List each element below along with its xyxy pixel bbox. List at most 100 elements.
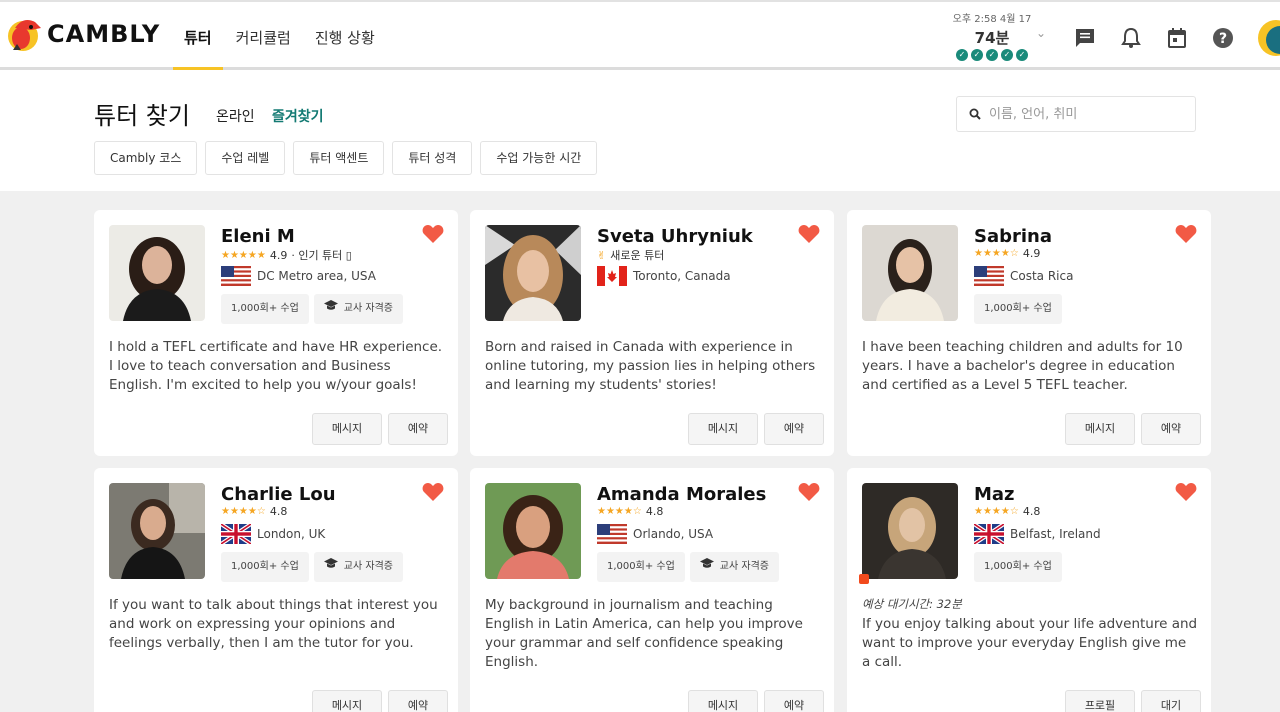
svg-text:?: ? bbox=[1219, 31, 1227, 47]
tutor-bio: If you enjoy talking about your life adv… bbox=[862, 616, 1198, 670]
certified-badge: 교사 자격증 bbox=[313, 552, 403, 582]
tutor-card[interactable]: Charlie Lou ★★★★☆ 4.8 London, UK 1,000회+… bbox=[94, 468, 458, 712]
star-icon: ★★★★☆ bbox=[974, 506, 1019, 517]
message-button[interactable]: 메시지 bbox=[1065, 413, 1135, 445]
book-button[interactable]: 예약 bbox=[388, 413, 448, 445]
cambly-logo[interactable]: CAMBLY bbox=[7, 14, 160, 54]
tutor-card[interactable]: Sabrina ★★★★☆ 4.9 Costa Rica 1,000회+ 수업 … bbox=[847, 210, 1211, 456]
heart-icon[interactable] bbox=[422, 482, 444, 502]
filter-availability[interactable]: 수업 가능한 시간 bbox=[480, 141, 598, 175]
tutor-tags: 1,000회+ 수업 교사 자격증 bbox=[221, 294, 403, 324]
location-text: Toronto, Canada bbox=[633, 269, 731, 283]
filter-lesson-level[interactable]: 수업 레벨 bbox=[205, 141, 286, 175]
minutes-date: 오후 2:58 4월 17 bbox=[952, 14, 1032, 25]
tutor-name[interactable]: Amanda Morales bbox=[597, 484, 766, 505]
heart-icon[interactable] bbox=[1175, 224, 1197, 244]
tutor-name[interactable]: Charlie Lou bbox=[221, 484, 336, 505]
heart-icon[interactable] bbox=[422, 224, 444, 244]
tutor-tags: 1,000회+ 수업 교사 자격증 bbox=[221, 552, 403, 582]
tutor-photo[interactable] bbox=[862, 225, 958, 321]
heart-icon[interactable] bbox=[798, 482, 820, 502]
tutor-photo[interactable] bbox=[109, 225, 205, 321]
us-flag-icon bbox=[221, 266, 251, 286]
wait-button[interactable]: 대기 bbox=[1141, 690, 1201, 712]
user-avatar[interactable] bbox=[1258, 20, 1280, 56]
minutes-widget[interactable]: 오후 2:58 4월 17 74분 ✓ ✓ ✓ ✓ ✓ bbox=[952, 10, 1032, 61]
message-button[interactable]: 메시지 bbox=[312, 413, 382, 445]
tutor-rating: ★★★★☆ 4.8 bbox=[597, 505, 663, 518]
nav-curriculum[interactable]: 커리큘럼 bbox=[224, 2, 303, 69]
check-icon: ✓ bbox=[956, 49, 968, 61]
tutor-bio: Born and raised in Canada with experienc… bbox=[485, 339, 816, 393]
rating-value: 4.9 bbox=[1022, 247, 1041, 260]
location-text: Costa Rica bbox=[1010, 269, 1074, 283]
tab-online[interactable]: 온라인 bbox=[216, 106, 255, 126]
tutor-tags: 1,000회+ 수업 교사 자격증 bbox=[597, 552, 779, 582]
rating-value: 4.8 bbox=[645, 505, 664, 518]
check-icon: ✓ bbox=[986, 49, 998, 61]
book-button[interactable]: 예약 bbox=[1141, 413, 1201, 445]
certified-label: 교사 자격증 bbox=[343, 303, 393, 314]
nav-progress[interactable]: 진행 상황 bbox=[303, 2, 387, 69]
tutor-rating: ★★★★★ 4.9 · 인기 튜터 ▯ bbox=[221, 247, 352, 263]
message-button[interactable]: 메시지 bbox=[312, 690, 382, 712]
star-icon: ★★★★☆ bbox=[974, 248, 1019, 259]
search-box[interactable] bbox=[956, 96, 1196, 132]
help-icon[interactable]: ? bbox=[1211, 26, 1235, 50]
tutor-rating: ★★★★☆ 4.9 bbox=[974, 247, 1040, 260]
page-title: 튜터 찾기 bbox=[94, 102, 190, 130]
logo-text: CAMBLY bbox=[47, 20, 161, 48]
chevron-down-icon[interactable]: ⌄ bbox=[1036, 26, 1046, 40]
tutor-location: London, UK bbox=[221, 524, 325, 544]
tutor-card[interactable]: Sveta Uhryniuk ✌ 새로운 튜터 Toronto, Canada … bbox=[470, 210, 834, 456]
card-actions: 메시지 예약 bbox=[312, 413, 448, 445]
tab-favorites[interactable]: 즐겨찾기 bbox=[272, 106, 324, 126]
lessons-badge: 1,000회+ 수업 bbox=[221, 552, 309, 582]
uk-flag-icon bbox=[974, 524, 1004, 544]
tutor-photo[interactable] bbox=[862, 483, 958, 579]
lessons-badge: 1,000회+ 수업 bbox=[974, 294, 1062, 324]
certified-badge: 교사 자격증 bbox=[689, 552, 779, 582]
new-tutor-icon: ✌ bbox=[597, 248, 607, 262]
card-actions: 메시지 예약 bbox=[688, 413, 824, 445]
heart-icon[interactable] bbox=[1175, 482, 1197, 502]
book-button[interactable]: 예약 bbox=[388, 690, 448, 712]
tutor-card[interactable]: Maz ★★★★☆ 4.8 Belfast, Ireland 1,000회+ 수… bbox=[847, 468, 1211, 712]
tutor-photo[interactable] bbox=[485, 225, 581, 321]
search-input[interactable] bbox=[989, 106, 1179, 122]
card-actions: 메시지 예약 bbox=[688, 690, 824, 712]
message-button[interactable]: 메시지 bbox=[688, 690, 758, 712]
heart-icon[interactable] bbox=[798, 224, 820, 244]
certified-label: 교사 자격증 bbox=[343, 561, 393, 572]
tutor-name[interactable]: Sabrina bbox=[974, 226, 1052, 247]
lessons-badge: 1,000회+ 수업 bbox=[221, 294, 309, 324]
filter-tutor-accent[interactable]: 튜터 액센트 bbox=[293, 141, 385, 175]
check-icon: ✓ bbox=[1016, 49, 1028, 61]
graduation-cap-icon bbox=[699, 552, 714, 582]
tutor-location: Toronto, Canada bbox=[597, 266, 731, 286]
tutor-name[interactable]: Sveta Uhryniuk bbox=[597, 226, 753, 247]
tutor-card[interactable]: Eleni M ★★★★★ 4.9 · 인기 튜터 ▯ DC Metro are… bbox=[94, 210, 458, 456]
location-text: DC Metro area, USA bbox=[257, 269, 376, 283]
filter-chips: Cambly 코스 수업 레벨 튜터 액센트 튜터 성격 수업 가능한 시간 bbox=[94, 141, 598, 175]
bell-icon[interactable] bbox=[1119, 26, 1143, 50]
location-text: London, UK bbox=[257, 527, 326, 541]
tutor-bio: If you want to talk about things that in… bbox=[109, 597, 438, 651]
filter-cambly-course[interactable]: Cambly 코스 bbox=[94, 141, 198, 175]
book-button[interactable]: 예약 bbox=[764, 690, 824, 712]
tutor-card[interactable]: Amanda Morales ★★★★☆ 4.8 Orlando, USA 1,… bbox=[470, 468, 834, 712]
tutor-name[interactable]: Eleni M bbox=[221, 226, 295, 247]
graduation-cap-icon bbox=[323, 552, 338, 582]
chat-icon[interactable] bbox=[1073, 26, 1097, 50]
message-button[interactable]: 메시지 bbox=[688, 413, 758, 445]
tutor-photo[interactable] bbox=[109, 483, 205, 579]
tutor-name[interactable]: Maz bbox=[974, 484, 1015, 505]
filter-tutor-personality[interactable]: 튜터 성격 bbox=[392, 141, 473, 175]
tutor-photo[interactable] bbox=[485, 483, 581, 579]
calendar-icon[interactable] bbox=[1165, 26, 1189, 50]
book-button[interactable]: 예약 bbox=[764, 413, 824, 445]
profile-button[interactable]: 프로필 bbox=[1065, 690, 1135, 712]
wait-time: 예상 대기시간: 32분 bbox=[862, 597, 962, 611]
canada-flag-icon bbox=[597, 266, 627, 286]
nav-tutors[interactable]: 튜터 bbox=[172, 2, 224, 71]
